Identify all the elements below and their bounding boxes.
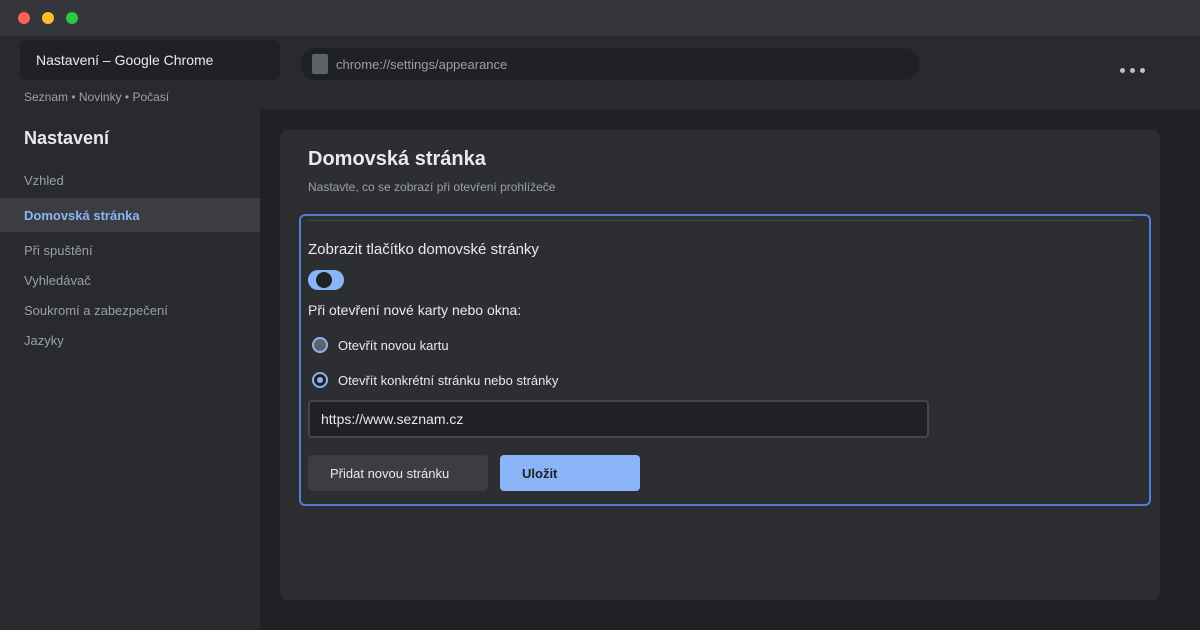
option-specific-pages-label: Otevřít konkrétní stránku nebo stránky: [338, 372, 559, 388]
save-button[interactable]: Uložit: [500, 455, 640, 491]
open-behavior-label: Při otevření nové karty nebo okna:: [308, 302, 522, 318]
dot-icon: [1139, 67, 1145, 73]
option-new-tab-label: Otevřít novou kartu: [338, 337, 449, 353]
page-subtitle: Nastavte, co se zobrazí při otevření pro…: [308, 180, 556, 194]
add-page-button[interactable]: Přidat novou stránku: [308, 455, 488, 491]
minimize-window-button[interactable]: [42, 12, 54, 24]
sidebar-item-vzhled[interactable]: Vzhled: [0, 163, 260, 197]
page-icon: [312, 54, 328, 74]
dot-icon: [1119, 67, 1125, 73]
sidebar-item-vyhledavac[interactable]: Vyhledávač: [0, 263, 260, 297]
option-specific-pages[interactable]: Otevřít konkrétní stránku nebo stránky: [312, 372, 558, 388]
window-titlebar: [0, 0, 1200, 36]
browser-toolbar: Nastavení – Google Chrome chrome://setti…: [0, 36, 1200, 110]
option-new-tab[interactable]: Otevřít novou kartu: [312, 337, 449, 353]
sidebar-item-jazyky[interactable]: Jazyky: [0, 323, 260, 357]
radio-unselected-icon[interactable]: [312, 337, 328, 353]
browser-tab[interactable]: Nastavení – Google Chrome: [20, 40, 280, 80]
address-bar[interactable]: chrome://settings/appearance: [300, 48, 920, 80]
radio-dot: [317, 377, 323, 383]
more-dots-icon[interactable]: [1112, 62, 1152, 78]
toggle-knob: [316, 272, 332, 288]
show-home-button-toggle[interactable]: [308, 270, 344, 290]
page-title: Domovská stránka: [308, 148, 486, 170]
bookmarks-bar[interactable]: Seznam • Novinky • Počasí: [24, 90, 169, 104]
homepage-settings-panel: Zobrazit tlačítko domovské stránky Při o…: [299, 214, 1151, 506]
radio-selected-icon[interactable]: [312, 372, 328, 388]
homepage-url-input[interactable]: [308, 400, 929, 438]
sidebar-item-soukromi[interactable]: Soukromí a zabezpečení: [0, 293, 260, 327]
url-text: chrome://settings/appearance: [336, 56, 508, 72]
settings-content: Domovská stránka Nastavte, co se zobrazí…: [280, 130, 1160, 600]
divider: [308, 220, 1134, 221]
close-window-button[interactable]: [18, 12, 30, 24]
sidebar-title: Nastavení: [24, 128, 110, 148]
settings-sidebar: Nastavení Vzhled Domovská stránka Při sp…: [0, 110, 260, 630]
tab-title: Nastavení – Google Chrome: [36, 52, 214, 68]
sidebar-item-domovska-stranka[interactable]: Domovská stránka: [0, 198, 260, 232]
sidebar-item-pri-spusteni[interactable]: Při spuštění: [0, 233, 260, 267]
show-home-button-label: Zobrazit tlačítko domovské stránky: [308, 241, 539, 258]
dot-icon: [1129, 67, 1135, 73]
maximize-window-button[interactable]: [66, 12, 78, 24]
